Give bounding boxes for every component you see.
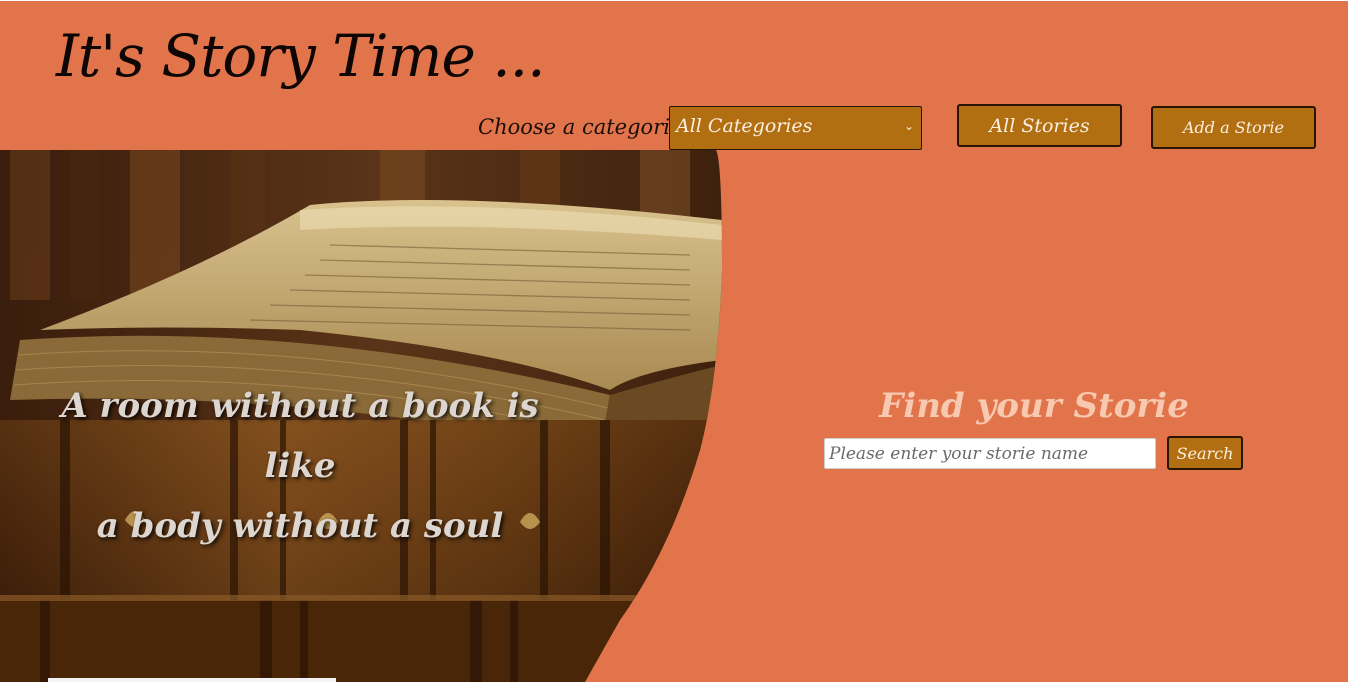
find-story-title: Find your Storie (879, 386, 1189, 426)
search-button[interactable]: Search (1167, 436, 1243, 470)
quote-line-2: a body without a soul (96, 506, 504, 546)
chevron-down-icon: ⌄ (903, 119, 914, 133)
site-title: It's Story Time ... (56, 22, 546, 90)
quote-line-1: A room without a book is like (61, 386, 539, 486)
horizontal-scrollbar[interactable] (48, 678, 336, 682)
all-stories-button[interactable]: All Stories (957, 104, 1122, 147)
category-label: Choose a categorie (478, 115, 683, 139)
category-select[interactable]: All Categories ⌄ (669, 106, 922, 150)
hero-section: A room without a book is like a body wit… (0, 150, 1348, 682)
header: It's Story Time ... Choose a categorie A… (0, 0, 1348, 150)
search-input[interactable] (824, 438, 1156, 469)
find-story-panel: Find your Storie Search (824, 386, 1244, 486)
nav-bar: Choose a categorie All Categories ⌄ All … (0, 104, 1348, 150)
hero-quote: A room without a book is like a body wit… (20, 376, 580, 556)
category-select-value: All Categories (676, 115, 813, 137)
add-story-button[interactable]: Add a Storie (1151, 106, 1316, 149)
